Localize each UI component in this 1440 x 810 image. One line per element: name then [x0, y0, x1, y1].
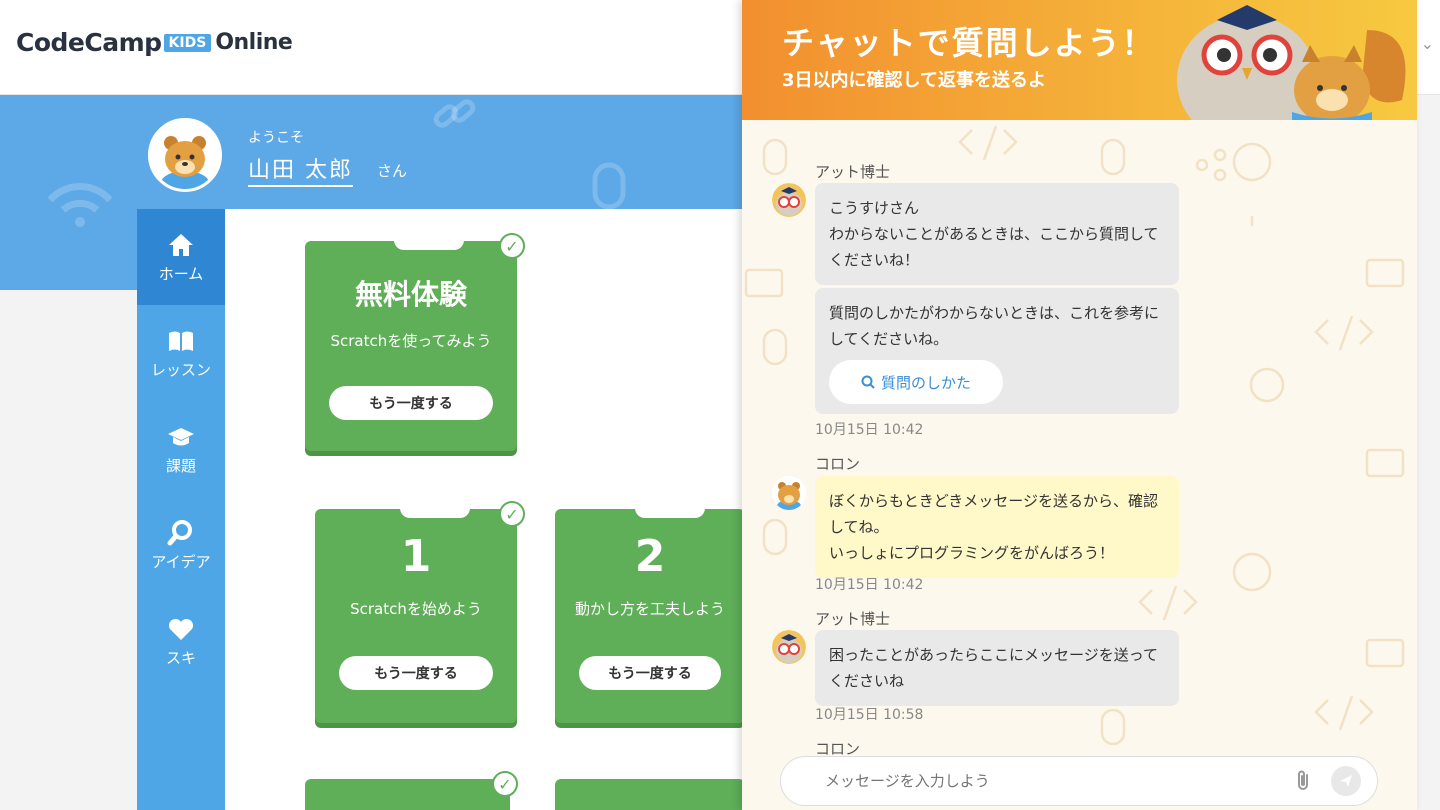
lesson-card-title: 無料体験 [354, 278, 467, 311]
message-timestamp: 10月15日 10:42 [815, 577, 924, 593]
lesson-card-subtitle: Scratchを始めよう [350, 600, 482, 618]
sidebar-item-idea[interactable]: アイデア [137, 497, 225, 593]
message-sender: アット博士 [815, 163, 891, 181]
graduation-cap-icon [168, 427, 194, 445]
lesson-card-subtitle: 動かし方を工夫しよう [574, 600, 725, 618]
lesson-card-3[interactable]: ✓ [305, 771, 518, 810]
sidebar-item-lesson[interactable]: レッスン [137, 305, 225, 401]
chevron-down-icon[interactable]: ⌄ [1421, 34, 1434, 53]
chat-header: チャットで質問しよう！ 3日以内に確認して返事を送るよ [742, 0, 1417, 120]
retry-button[interactable]: もう一度する [579, 656, 721, 690]
sidebar-item-label: スキ [165, 648, 196, 667]
lesson-card-4[interactable] [555, 779, 745, 810]
owl-and-squirrel-mascot-icon [1177, 5, 1406, 120]
sidebar-item-label: ホーム [158, 264, 204, 283]
chat-subtitle: 3日以内に確認して返事を送るよ [782, 70, 1046, 91]
sidebar-item-favorite[interactable]: スキ [137, 593, 225, 689]
retry-button[interactable]: もう一度する [329, 386, 493, 420]
search-icon [167, 519, 192, 545]
sidebar-item-label: レッスン [150, 360, 211, 379]
message-timestamp: 10月15日 10:42 [815, 422, 924, 438]
logo-online-text: Online [215, 30, 293, 55]
logo-main-text: CodeCamp [16, 28, 162, 57]
link-decoration-icon [433, 99, 476, 128]
message-timestamp: 10月15日 10:58 [815, 707, 924, 723]
paperclip-icon[interactable] [1291, 769, 1315, 793]
owl-avatar [772, 630, 806, 664]
sidebar-item-home[interactable]: ホーム [137, 209, 233, 305]
retry-button[interactable]: もう一度する [339, 656, 493, 690]
squirrel-avatar [772, 476, 806, 510]
chat-bubble: こうすけさん わからないことがあるときは、ここから質問してくださいね！ [815, 183, 1179, 285]
chat-bubble: ぼくからもときどきメッセージを送るから、確認してね。 いっしょにプログラミングを… [815, 476, 1179, 578]
message-sender: アット博士 [815, 610, 891, 628]
sidebar-item-label: アイデア [151, 552, 211, 571]
user-avatar[interactable] [148, 118, 222, 192]
logo-kids-badge: KIDS [163, 33, 212, 52]
sidebar-item-assignment[interactable]: 課題 [137, 401, 225, 497]
chat-bubble: 困ったことがあったらここにメッセージを送ってくださいね [815, 630, 1179, 706]
chat-panel: チャットで質問しよう！ 3日以内に確認して返事を送るよ アット博士 こうすけさん… [742, 0, 1417, 810]
message-input[interactable] [825, 772, 1291, 790]
checkmark-icon: ✓ [492, 771, 518, 797]
owl-avatar [772, 183, 806, 217]
sidebar-item-label: 課題 [165, 456, 196, 475]
search-icon [861, 375, 875, 389]
user-name-link[interactable]: 山田 太郎 [248, 152, 353, 187]
lesson-list-panel: ✓ 無料体験 Scratchを使ってみよう もう一度する ✓ 1 Scratch… [225, 209, 750, 810]
home-icon [169, 233, 193, 256]
send-icon [1340, 775, 1352, 787]
message-sender: コロン [815, 455, 861, 473]
lesson-card-title: 2 [634, 531, 666, 582]
lesson-card-2[interactable]: 2 動かし方を工夫しよう もう一度する [555, 508, 745, 723]
message-input-bar [780, 756, 1378, 806]
name-suffix: さん [377, 162, 408, 180]
checkmark-icon: ✓ [499, 233, 525, 259]
wifi-decoration-icon [47, 183, 113, 227]
checkmark-icon: ✓ [499, 501, 525, 527]
send-button[interactable] [1331, 766, 1361, 796]
lesson-card-title: 1 [400, 531, 432, 582]
welcome-label: ようこそ [248, 130, 304, 146]
lesson-card-trial[interactable]: ✓ 無料体験 Scratchを使ってみよう もう一度する [305, 233, 525, 451]
heart-icon [168, 618, 194, 640]
codecamp-kids-logo[interactable]: CodeCamp KIDS Online [16, 28, 293, 57]
lesson-card-subtitle: Scratchを使ってみよう [330, 332, 492, 350]
chat-title: チャットで質問しよう！ [782, 24, 1156, 62]
lesson-card-1[interactable]: ✓ 1 Scratchを始めよう もう一度する [315, 501, 525, 723]
sidebar-nav: ホーム レッスン 課題 アイデア スキ [137, 209, 233, 810]
book-icon [169, 331, 193, 351]
how-to-ask-button[interactable]: 質問のしかた [829, 360, 1003, 404]
